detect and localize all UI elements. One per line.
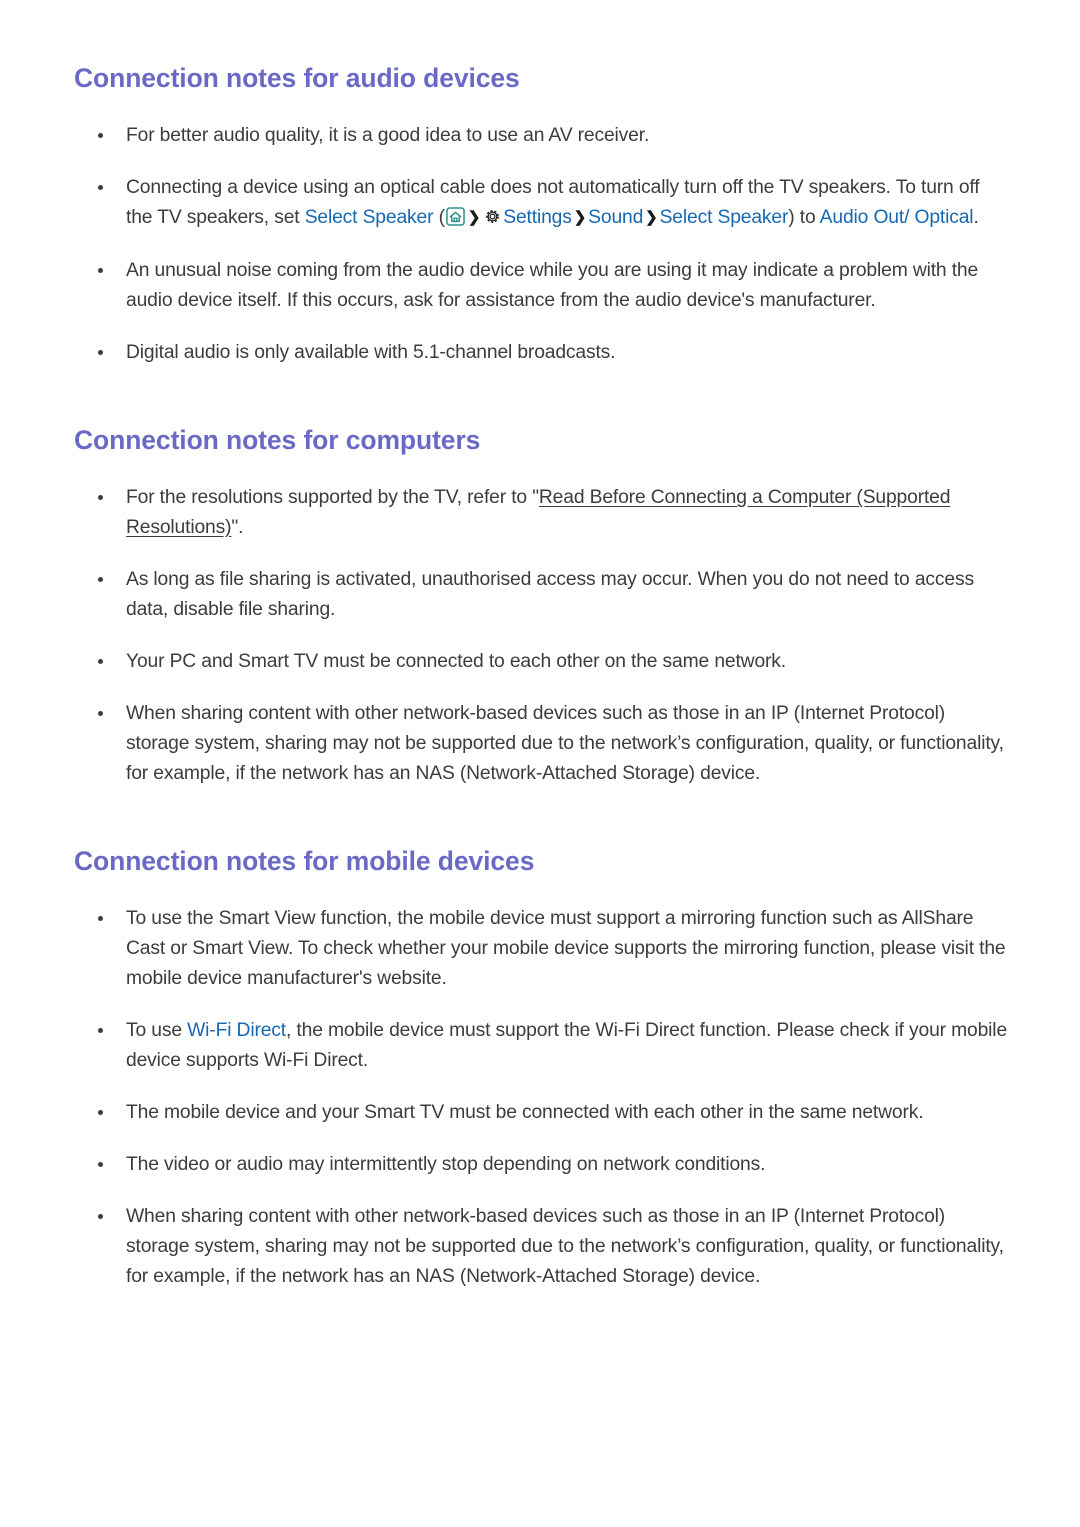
section-0: Connection notes for audio devices For be… bbox=[74, 62, 1008, 368]
body-text: When sharing content with other network-… bbox=[126, 703, 1004, 785]
bullet-dot-icon bbox=[98, 711, 103, 717]
bullet-mobile-same-network: The mobile device and your Smart TV must… bbox=[74, 1098, 1008, 1128]
inline-link[interactable]: Audio Out/ Optical bbox=[820, 207, 974, 228]
chevron-right-icon: ❯ bbox=[573, 209, 587, 227]
bullet-list: For better audio quality, it is a good i… bbox=[74, 121, 1008, 368]
section-heading: Connection notes for audio devices bbox=[74, 63, 520, 93]
section-heading: Connection notes for mobile devices bbox=[74, 846, 535, 877]
bullet-mobile-intermittent-stop: The video or audio may intermittently st… bbox=[74, 1150, 1008, 1180]
inline-link[interactable]: Sound bbox=[588, 207, 643, 228]
bullet-dot-icon bbox=[98, 916, 103, 922]
inline-link[interactable]: Select Speaker bbox=[305, 207, 434, 228]
home-icon bbox=[446, 207, 465, 226]
bullet-dot-icon bbox=[98, 350, 103, 356]
gear-icon bbox=[483, 207, 502, 226]
bullet-mobile-wifi-direct: To use Wi-Fi Direct, the mobile device m… bbox=[74, 1016, 1008, 1076]
bullet-dot-icon bbox=[98, 577, 103, 583]
bullet-list: For the resolutions supported by the TV,… bbox=[74, 483, 1008, 789]
bullet-dot-icon bbox=[98, 268, 103, 274]
body-text: For the resolutions supported by the TV,… bbox=[126, 487, 539, 509]
body-text: Your PC and Smart TV must be connected t… bbox=[126, 651, 786, 673]
bullet-audio-optical-cable: Connecting a device using an optical cab… bbox=[74, 173, 1008, 234]
bullet-computers-resolutions: For the resolutions supported by the TV,… bbox=[74, 483, 1008, 543]
bullet-mobile-smart-view: To use the Smart View function, the mobi… bbox=[74, 904, 1008, 994]
bullet-dot-icon bbox=[98, 133, 103, 139]
body-text: . bbox=[973, 207, 979, 229]
page-content: Connection notes for audio devices For be… bbox=[74, 62, 1008, 1292]
bullet-audio-digital-5-1: Digital audio is only available with 5.1… bbox=[74, 338, 1008, 368]
inline-link[interactable]: Wi-Fi Direct bbox=[187, 1020, 286, 1041]
body-text: ) to bbox=[788, 207, 820, 229]
section-heading: Connection notes for computers bbox=[74, 425, 481, 456]
bullet-audio-av-receiver: For better audio quality, it is a good i… bbox=[74, 121, 1008, 151]
bullet-dot-icon bbox=[98, 659, 103, 665]
inline-link[interactable]: Settings bbox=[503, 207, 572, 228]
chevron-right-icon: ❯ bbox=[467, 209, 481, 227]
body-text: The video or audio may intermittently st… bbox=[126, 1154, 766, 1176]
bullet-dot-icon bbox=[98, 1162, 103, 1168]
body-text: An unusual noise coming from the audio d… bbox=[126, 260, 979, 312]
body-text: ". bbox=[231, 517, 244, 539]
chevron-right-icon: ❯ bbox=[645, 209, 658, 227]
body-text: To use the Smart View function, the mobi… bbox=[126, 908, 1006, 990]
manual-page: Connection notes for audio devices For be… bbox=[0, 0, 1080, 1527]
bullet-dot-icon bbox=[98, 1110, 103, 1116]
body-text: For better audio quality, it is a good i… bbox=[126, 125, 650, 147]
bullet-mobile-network-based-devices: When sharing content with other network-… bbox=[74, 1202, 1008, 1292]
body-text: To use bbox=[126, 1020, 188, 1042]
bullet-dot-icon bbox=[98, 1028, 103, 1034]
body-text: When sharing content with other network-… bbox=[126, 1206, 1004, 1288]
bullet-dot-icon bbox=[98, 495, 103, 501]
inline-link[interactable]: Select Speaker bbox=[660, 207, 789, 228]
bullet-list: To use the Smart View function, the mobi… bbox=[74, 904, 1008, 1292]
bullet-computers-network-based-devices: When sharing content with other network-… bbox=[74, 699, 1008, 789]
section-2: Connection notes for mobile devices To us… bbox=[74, 845, 1008, 1292]
body-text: The mobile device and your Smart TV must… bbox=[126, 1102, 924, 1124]
bullet-audio-unusual-noise: An unusual noise coming from the audio d… bbox=[74, 256, 1008, 316]
body-text: As long as file sharing is activated, un… bbox=[126, 569, 974, 621]
body-text: ( bbox=[433, 207, 445, 229]
bullet-computers-same-network: Your PC and Smart TV must be connected t… bbox=[74, 647, 1008, 677]
section-1: Connection notes for computers For the re… bbox=[74, 424, 1008, 789]
bullet-dot-icon bbox=[98, 185, 103, 191]
body-text: Digital audio is only available with 5.1… bbox=[126, 342, 616, 364]
bullet-dot-icon bbox=[98, 1214, 103, 1220]
bullet-computers-file-sharing: As long as file sharing is activated, un… bbox=[74, 565, 1008, 625]
